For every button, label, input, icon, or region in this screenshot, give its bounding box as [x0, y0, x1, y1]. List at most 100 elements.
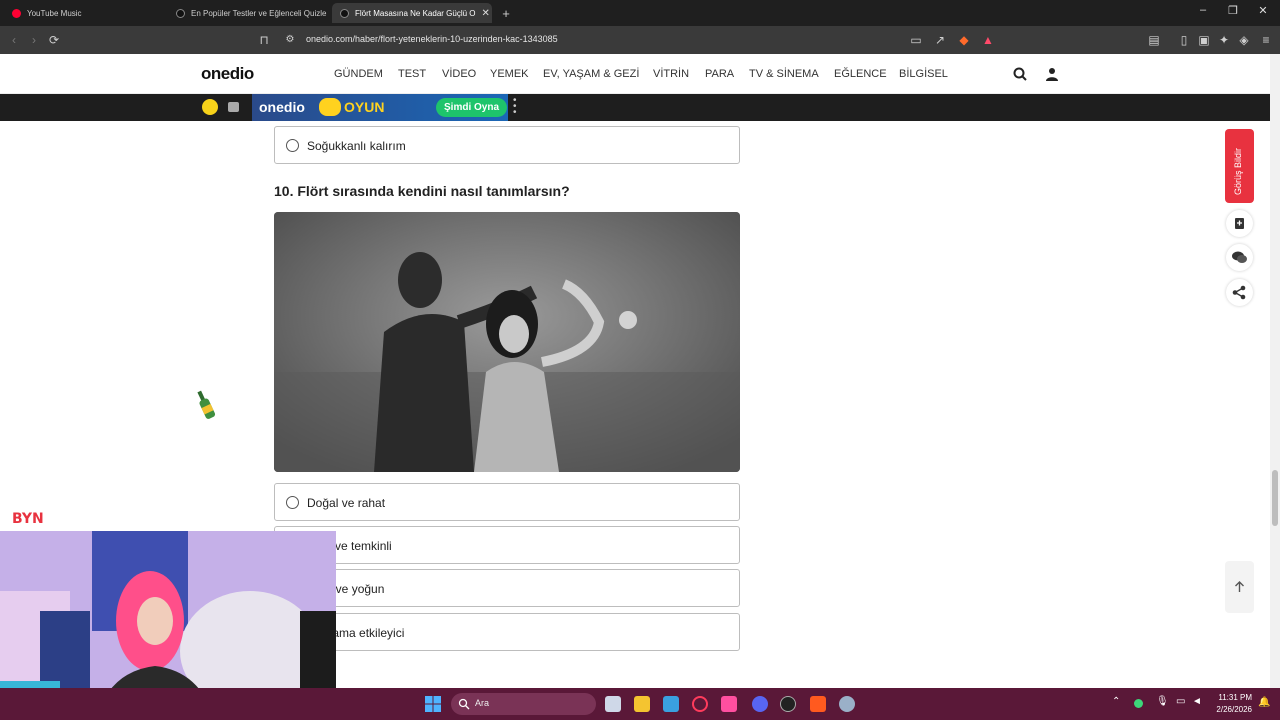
site-info-icon[interactable]: ⚙ — [282, 32, 298, 48]
emoji-icon — [202, 99, 218, 115]
user-icon[interactable] — [1044, 66, 1060, 82]
arrow-up-icon — [1235, 581, 1244, 592]
page-scrollbar[interactable] — [1270, 54, 1280, 688]
ai-icon[interactable]: ✦ — [1216, 32, 1232, 48]
scrollbar-thumb[interactable] — [1272, 470, 1278, 526]
vpn-icon[interactable]: ◈ — [1236, 32, 1252, 48]
quiz-option-prev[interactable]: Soğukkanlı kalırım — [274, 126, 740, 164]
nav-tv-sinema[interactable]: TV & SİNEMA — [749, 68, 819, 80]
question-title: 10. Flört sırasında kendini nasıl tanıml… — [274, 183, 570, 199]
controller-icon — [319, 98, 341, 116]
tab-label: YouTube Music — [27, 8, 82, 18]
address-bar[interactable]: onedio.com/haber/flort-yeteneklerin-10-u… — [306, 34, 558, 44]
nav-gundem[interactable]: GÜNDEM — [334, 68, 383, 80]
tab-onedio-tests[interactable]: En Popüler Testler ve Eğlenceli Quizle — [168, 3, 328, 23]
close-tab-icon[interactable]: ✕ — [476, 8, 490, 19]
app-icon[interactable] — [721, 696, 737, 712]
forward-icon[interactable]: › — [26, 32, 42, 48]
share-icon[interactable]: ↗ — [932, 32, 948, 48]
onedio-icon — [176, 8, 185, 18]
close-window-button[interactable]: ✕ — [1248, 4, 1278, 17]
question-image — [274, 212, 740, 472]
site-logo[interactable]: onedio — [201, 64, 254, 84]
nav-ev-yasam-gezi[interactable]: EV, YAŞAM & GEZİ — [543, 68, 639, 80]
search-icon — [458, 698, 470, 710]
brave-icon[interactable] — [810, 696, 826, 712]
bookmark-icon[interactable]: ⊓ — [256, 32, 272, 48]
store-icon[interactable] — [663, 696, 679, 712]
brave-shield-icon[interactable]: ◆ — [956, 32, 972, 48]
status-dot-icon — [1134, 699, 1143, 708]
back-to-top-button[interactable] — [1225, 561, 1254, 613]
bookmark-add-icon[interactable] — [1226, 210, 1253, 237]
browser-tab-strip: YouTube Music En Popüler Testler ve Eğle… — [0, 0, 1280, 26]
couple-photo — [274, 212, 740, 472]
site-header: onedio GÜNDEM TEST VİDEO YEMEK EV, YAŞAM… — [0, 54, 1280, 94]
feedback-label: Görüş Bildir — [1233, 147, 1243, 195]
quiz-option-3[interactable]: canlı ve yoğun — [274, 569, 740, 607]
minimize-button[interactable]: – — [1188, 4, 1218, 16]
windows-start-icon[interactable] — [425, 696, 441, 712]
opera-icon[interactable] — [692, 696, 708, 712]
tab-label: En Popüler Testler ve Eğlenceli Quizle — [191, 8, 327, 18]
quiz-option-4[interactable]: efeli ama etkileyici — [274, 613, 740, 651]
oyun-label: OYUN — [344, 99, 385, 115]
menu-icon[interactable]: ≡ — [1258, 32, 1274, 48]
play-now-button[interactable]: Şimdi Oyna — [436, 98, 508, 117]
microphone-icon[interactable]: 🎙 — [1156, 696, 1169, 707]
wallet-icon[interactable]: ▣ — [1196, 32, 1212, 48]
new-tab-button[interactable]: + — [496, 3, 516, 23]
file-explorer-icon[interactable] — [634, 696, 650, 712]
os-taskbar: Ara ⌃ 🎙 ▭ ◄ 11:31 PM 2/26/2026 🔔 — [0, 688, 1280, 720]
option-label: Soğukkanlı kalırım — [307, 139, 406, 153]
game-bar: onedio OYUN Şimdi Oyna • • • — [0, 94, 1280, 121]
nav-vitrin[interactable]: VİTRİN — [653, 68, 689, 80]
oyun-banner[interactable]: onedio OYUN Şimdi Oyna — [252, 94, 508, 121]
notification-bell-icon[interactable]: 🔔 — [1258, 697, 1270, 708]
volume-icon[interactable]: ◄ — [1192, 696, 1202, 707]
oyun-logo: onedio — [259, 99, 305, 115]
settings-icon[interactable] — [839, 696, 855, 712]
onedio-icon — [340, 8, 349, 18]
browser-toolbar: ‹ › ⟳ ⊓ ⚙ onedio.com/haber/flort-yetenek… — [0, 26, 1280, 54]
radio-button[interactable] — [286, 496, 299, 509]
clock-date[interactable]: 2/26/2026 — [1208, 705, 1252, 714]
tab-label: Flört Masasına Ne Kadar Güçlü O — [355, 8, 476, 18]
gamepad-icon — [228, 102, 239, 112]
maximize-button[interactable]: ❐ — [1218, 4, 1248, 17]
nav-yemek[interactable]: YEMEK — [490, 68, 529, 80]
brave-rewards-icon[interactable]: ▲ — [980, 32, 996, 48]
quiz-option-1[interactable]: Doğal ve rahat — [274, 483, 740, 521]
taskbar-search-placeholder: Ara — [475, 698, 490, 708]
discord-icon[interactable] — [752, 696, 768, 712]
panel-icon[interactable]: ▯ — [1176, 32, 1192, 48]
tab-flort-quiz[interactable]: Flört Masasına Ne Kadar Güçlü O ✕ — [332, 3, 492, 23]
tray-chevron-icon[interactable]: ⌃ — [1112, 696, 1120, 707]
search-icon[interactable] — [1012, 66, 1028, 82]
network-icon[interactable]: ▭ — [1176, 696, 1185, 707]
share-icon[interactable] — [1226, 279, 1253, 306]
sidebar-icon[interactable]: ▤ — [1146, 32, 1162, 48]
webcam-overlay-text: BYN — [12, 511, 44, 527]
comments-icon[interactable] — [1226, 244, 1253, 271]
nav-bilgisel[interactable]: BİLGİSEL — [899, 68, 948, 80]
option-label: Doğal ve rahat — [307, 496, 386, 510]
nav-eglence[interactable]: EĞLENCE — [834, 68, 887, 80]
radio-button[interactable] — [286, 139, 299, 152]
quiz-option-2[interactable]: nceli ve temkinli — [274, 526, 740, 564]
nav-para[interactable]: PARA — [705, 68, 734, 80]
github-icon[interactable] — [780, 696, 796, 712]
nav-test[interactable]: TEST — [398, 68, 426, 80]
cast-icon[interactable]: ▭ — [908, 32, 924, 48]
more-icon[interactable]: • • • — [513, 96, 517, 118]
nav-video[interactable]: VİDEO — [442, 68, 476, 80]
youtube-music-icon — [12, 8, 21, 18]
back-icon[interactable]: ‹ — [6, 32, 22, 48]
bottle-icon — [197, 390, 216, 419]
reload-icon[interactable]: ⟳ — [46, 32, 62, 48]
taskbar-search[interactable]: Ara — [451, 693, 596, 715]
clock-time[interactable]: 11:31 PM — [1214, 693, 1252, 702]
feedback-button[interactable]: Görüş Bildir — [1225, 129, 1254, 203]
tab-youtube-music[interactable]: YouTube Music — [4, 3, 166, 23]
task-view-icon[interactable] — [605, 696, 621, 712]
